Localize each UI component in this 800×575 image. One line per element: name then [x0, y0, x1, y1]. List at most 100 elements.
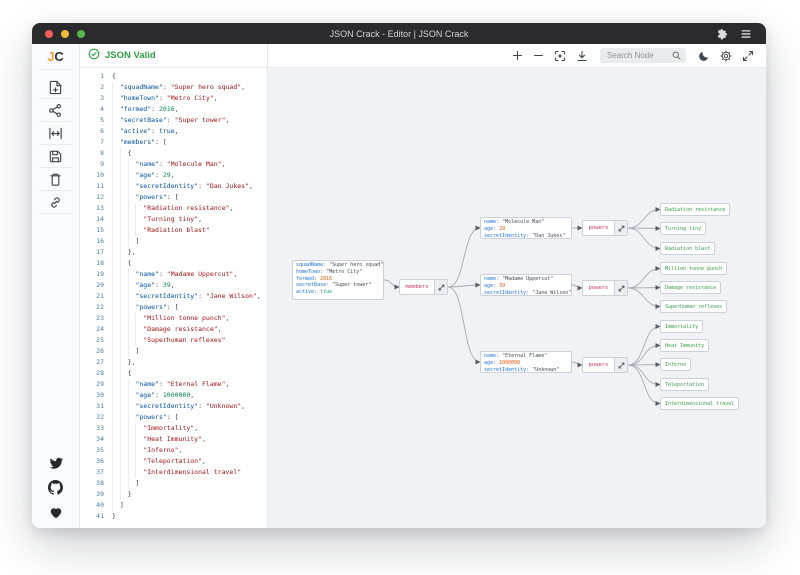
- sidebar-item-graph-view[interactable]: [32, 99, 79, 121]
- graph-node-member-1[interactable]: name: "Molecule Man"age: 29secretIdentit…: [480, 217, 572, 239]
- editor-line[interactable]: 35 "Inferno",: [80, 445, 267, 456]
- line-number: 22: [80, 302, 104, 313]
- editor-line[interactable]: 11 "secretIdentity": "Dan Jukes",: [80, 181, 267, 192]
- new-document-icon: [48, 80, 63, 95]
- editor-statusbar: JSON Valid: [80, 44, 267, 68]
- graph-node-power-leaf[interactable]: Immortality: [660, 320, 703, 333]
- graph-node-powers-2[interactable]: powers: [582, 280, 628, 296]
- editor-line[interactable]: 6 "active": true,: [80, 126, 267, 137]
- extension-puzzle-icon[interactable]: [717, 28, 729, 40]
- sidebar-item-sponsor[interactable]: [49, 500, 63, 525]
- sidebar-item-delete[interactable]: [32, 168, 79, 190]
- graph-node-power-leaf[interactable]: Heat Immunity: [660, 339, 709, 352]
- editor-line[interactable]: 23 "Million tonne punch",: [80, 313, 267, 324]
- editor-line[interactable]: 19 "name": "Madame Uppercut",: [80, 269, 267, 280]
- editor-line[interactable]: 37 "Interdimensional travel": [80, 467, 267, 478]
- fit-width-icon: [48, 126, 63, 141]
- graph-node-member-3[interactable]: name: "Eternal Flame"age: 1000000secretI…: [480, 351, 572, 373]
- editor-line[interactable]: 20 "age": 39,: [80, 280, 267, 291]
- graph-node-power-leaf[interactable]: Radiation resistance: [660, 203, 730, 216]
- minimize-button[interactable]: [61, 30, 69, 38]
- editor-line[interactable]: 38 ]: [80, 478, 267, 489]
- editor-line[interactable]: 22 "powers": [: [80, 302, 267, 313]
- zoom-button[interactable]: [77, 30, 85, 38]
- graph-node-power-leaf[interactable]: Radiation blast: [660, 242, 715, 255]
- graph-node-powers-1[interactable]: powers: [582, 220, 628, 236]
- sidebar-item-share-link[interactable]: [32, 191, 79, 213]
- line-number: 20: [80, 280, 104, 291]
- graph-node-power-leaf[interactable]: Interdimensional travel: [660, 397, 739, 410]
- editor-line[interactable]: 12 "powers": [: [80, 192, 267, 203]
- editor-line[interactable]: 16 ]: [80, 236, 267, 247]
- editor-line[interactable]: 27 },: [80, 357, 267, 368]
- graph-node-power-leaf[interactable]: Superhuman reflexes: [660, 300, 727, 313]
- search-node-input[interactable]: [605, 50, 669, 61]
- editor-line[interactable]: 1{: [80, 71, 267, 82]
- sidebar-item-new-document[interactable]: [32, 76, 79, 98]
- collapse-node-button[interactable]: [614, 221, 627, 235]
- editor-line[interactable]: 30 "age": 1000000,: [80, 390, 267, 401]
- app-logo[interactable]: JC: [32, 44, 79, 69]
- editor-line[interactable]: 15 "Radiation blast": [80, 225, 267, 236]
- menu-icon[interactable]: [740, 28, 752, 40]
- line-number: 28: [80, 368, 104, 379]
- sidebar-item-twitter[interactable]: [49, 450, 63, 475]
- graph-node-power-leaf[interactable]: Turning tiny: [660, 222, 706, 235]
- editor-line[interactable]: 18 {: [80, 258, 267, 269]
- editor-line[interactable]: 41}: [80, 511, 267, 522]
- editor-line[interactable]: 8 {: [80, 148, 267, 159]
- editor-line[interactable]: 14 "Turning tiny",: [80, 214, 267, 225]
- close-button[interactable]: [45, 30, 53, 38]
- editor-line[interactable]: 25 "Superhuman reflexes": [80, 335, 267, 346]
- graph-canvas[interactable]: squadName: "Super hero squad"homeTown: "…: [268, 68, 766, 528]
- editor-line[interactable]: 9 "name": "Molecule Man",: [80, 159, 267, 170]
- editor-line[interactable]: 33 "Immortality",: [80, 423, 267, 434]
- collapse-node-button[interactable]: [434, 280, 447, 294]
- editor-line[interactable]: 32 "powers": [: [80, 412, 267, 423]
- line-number: 14: [80, 214, 104, 225]
- graph-node-power-leaf[interactable]: Teleportation: [660, 378, 709, 391]
- graph-node-squad[interactable]: squadName: "Super hero squad"homeTown: "…: [292, 260, 384, 300]
- collapse-node-button[interactable]: [614, 358, 627, 372]
- graph-node-members[interactable]: members: [399, 279, 448, 295]
- json-code-editor[interactable]: 1{2 "squadName": "Super hero squad",3 "h…: [80, 68, 267, 528]
- editor-line[interactable]: 36 "Teleportation",: [80, 456, 267, 467]
- editor-line[interactable]: 7 "members": [: [80, 137, 267, 148]
- editor-line[interactable]: 29 "name": "Eternal Flame",: [80, 379, 267, 390]
- editor-line[interactable]: 39 }: [80, 489, 267, 500]
- editor-line[interactable]: 26 ]: [80, 346, 267, 357]
- sidebar-item-fit-width[interactable]: [32, 122, 79, 144]
- settings-button[interactable]: [720, 50, 732, 62]
- graph-node-power-leaf[interactable]: Damage resistance: [660, 281, 721, 294]
- graph-node-member-2[interactable]: name: "Madame Uppercut"age: 39secretIden…: [480, 274, 572, 296]
- download-button[interactable]: [576, 50, 588, 62]
- editor-line[interactable]: 31 "secretIdentity": "Unknown",: [80, 401, 267, 412]
- dark-mode-button[interactable]: [698, 50, 710, 62]
- editor-line[interactable]: 13 "Radiation resistance",: [80, 203, 267, 214]
- center-focus-button[interactable]: [554, 50, 566, 62]
- fullscreen-button[interactable]: [742, 50, 754, 62]
- sidebar-item-save[interactable]: [32, 145, 79, 167]
- sidebar-item-github[interactable]: [48, 475, 63, 500]
- graph-node-power-leaf[interactable]: Inferno: [660, 358, 691, 371]
- parent-node-label: powers: [583, 221, 614, 235]
- editor-line[interactable]: 4 "formed": 2016,: [80, 104, 267, 115]
- editor-line[interactable]: 3 "homeTown": "Metro City",: [80, 93, 267, 104]
- zoom-out-button[interactable]: [533, 50, 544, 61]
- editor-line[interactable]: 40 ]: [80, 500, 267, 511]
- editor-line[interactable]: 34 "Heat Immunity",: [80, 434, 267, 445]
- collapse-node-button[interactable]: [614, 281, 627, 295]
- line-number: 40: [80, 500, 104, 511]
- zoom-in-button[interactable]: [512, 50, 523, 61]
- editor-line[interactable]: 5 "secretBase": "Super tower",: [80, 115, 267, 126]
- editor-line[interactable]: 17 },: [80, 247, 267, 258]
- editor-line[interactable]: 21 "secretIdentity": "Jane Wilson",: [80, 291, 267, 302]
- graph-node-powers-3[interactable]: powers: [582, 357, 628, 373]
- editor-line[interactable]: 2 "squadName": "Super hero squad",: [80, 82, 267, 93]
- graph-node-power-leaf[interactable]: Million tonne punch: [660, 262, 727, 275]
- editor-line[interactable]: 24 "Damage resistance",: [80, 324, 267, 335]
- line-number: 4: [80, 104, 104, 115]
- line-number: 21: [80, 291, 104, 302]
- editor-line[interactable]: 28 {: [80, 368, 267, 379]
- editor-line[interactable]: 10 "age": 29,: [80, 170, 267, 181]
